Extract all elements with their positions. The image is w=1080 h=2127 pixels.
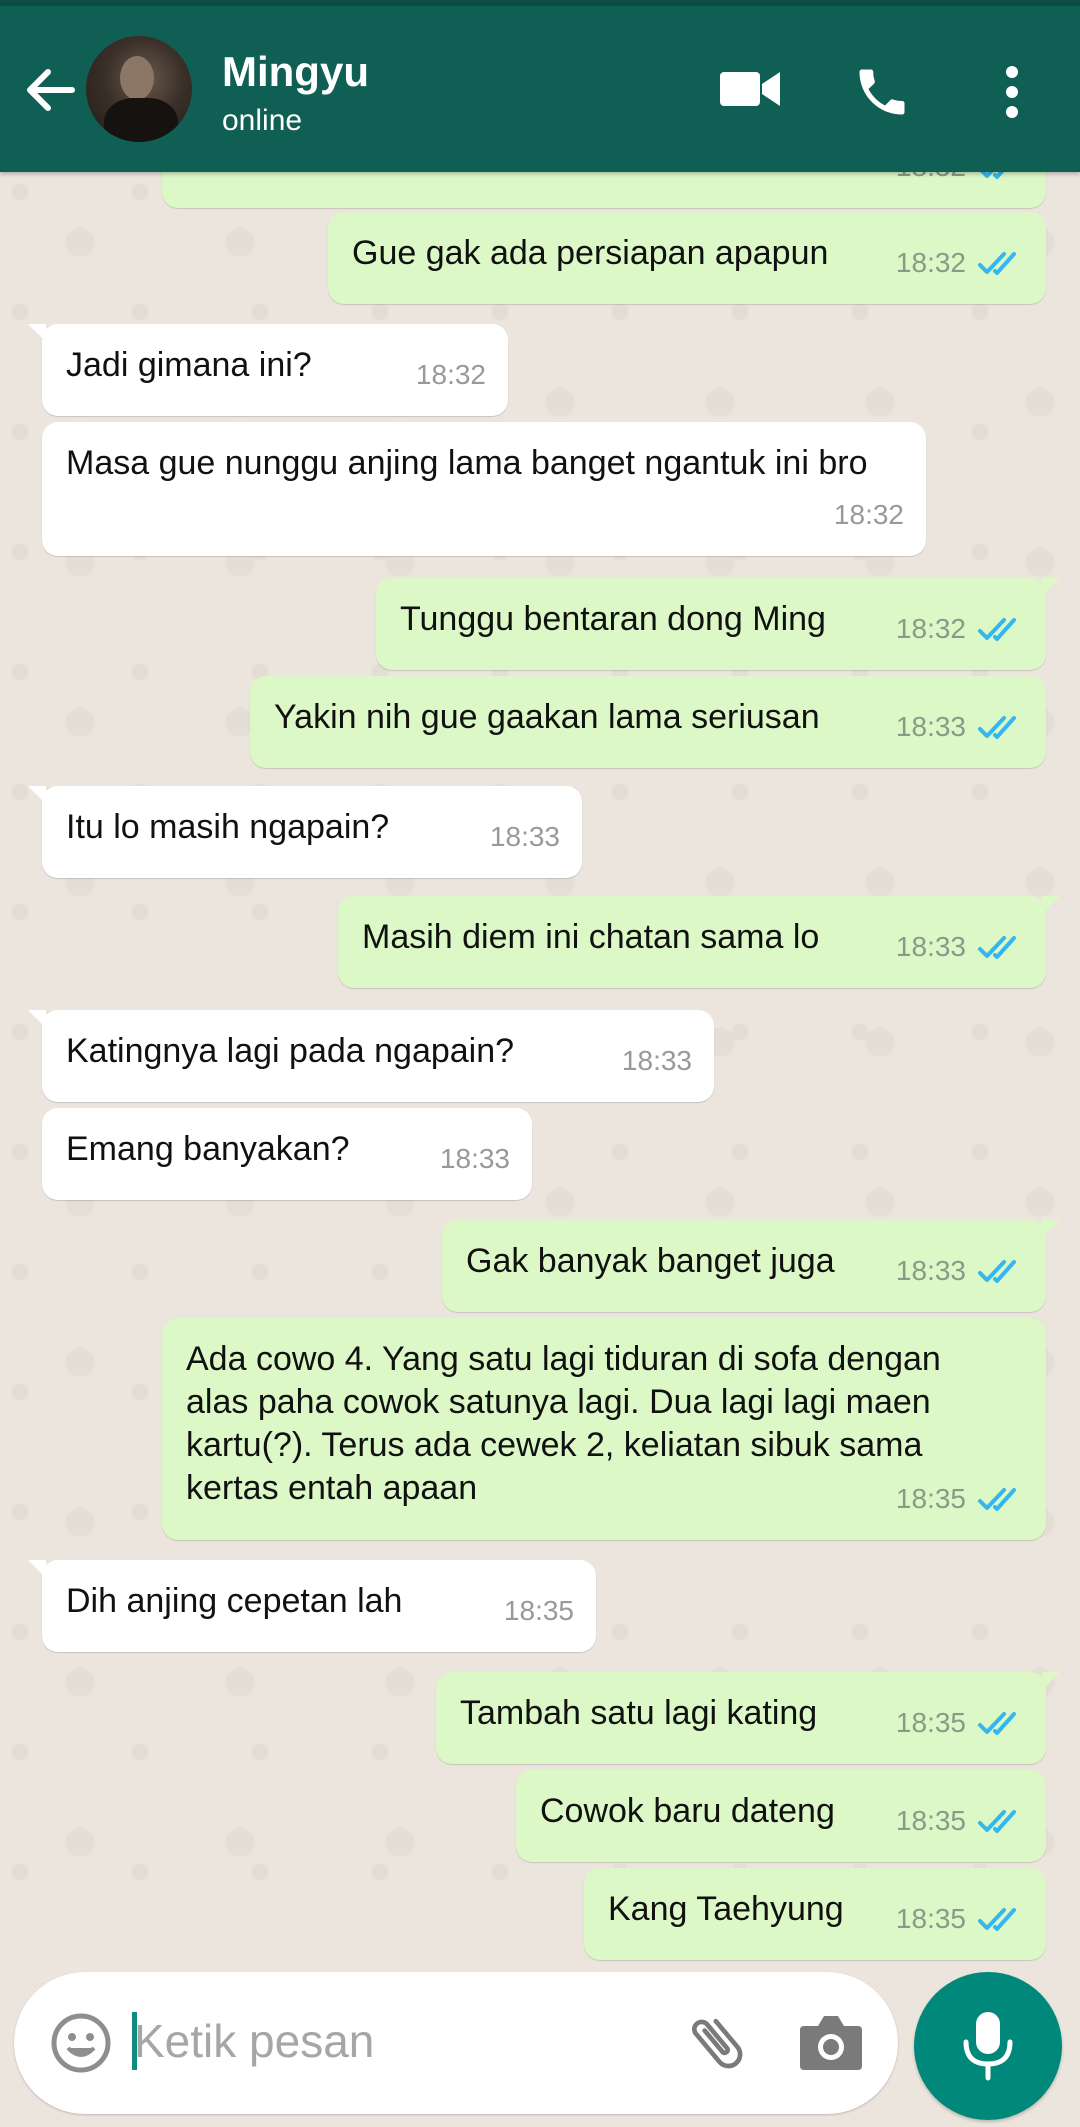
message-meta: 18:33 bbox=[490, 815, 560, 858]
message-text: Itu lo masih ngapain? bbox=[66, 808, 390, 846]
message-time: 18:32 bbox=[896, 172, 966, 188]
bubble-tail bbox=[28, 324, 46, 342]
message-time: 18:35 bbox=[503, 1595, 574, 1626]
message-time: 18:33 bbox=[439, 1143, 510, 1174]
message-bubble-outgoing[interactable]: Gak banyak banget juga 18:33 bbox=[442, 1220, 1060, 1312]
message-text: Dih anjing cepetan lah bbox=[66, 1582, 403, 1620]
contact-name[interactable]: Mingyu bbox=[222, 48, 369, 96]
message-bubble-outgoing[interactable]: Tunggu bentaran dong Ming 18:32 bbox=[376, 578, 1060, 670]
message-text: Masa gue nunggu anjing lama banget ngant… bbox=[66, 444, 868, 482]
message-bubble-outgoing[interactable]: Ada cowo 4. Yang satu lagi tiduran di so… bbox=[162, 1318, 1046, 1540]
bubble-tail bbox=[28, 1010, 46, 1028]
message-time: 18:33 bbox=[895, 1255, 966, 1286]
read-ticks-icon bbox=[978, 1487, 1016, 1511]
message-text: Gak banyak banget juga bbox=[466, 1242, 835, 1280]
message-text: Tambah satu lagi kating bbox=[460, 1694, 818, 1732]
message-text: Emang banyakan? bbox=[66, 1130, 350, 1168]
mic-icon bbox=[963, 2012, 1013, 2081]
chat-header: Mingyu online bbox=[0, 6, 1080, 172]
read-ticks-icon bbox=[978, 935, 1016, 959]
message-text: Masih diem ini chatan sama lo bbox=[362, 918, 820, 956]
message-bubble-incoming[interactable]: Itu lo masih ngapain? 18:33 bbox=[28, 786, 582, 878]
message-meta: 18:33 bbox=[622, 1039, 692, 1082]
message-bubble-incoming[interactable]: Jadi gimana ini? 18:32 bbox=[28, 324, 508, 416]
voice-call-icon[interactable] bbox=[852, 62, 912, 122]
message-time: 18:33 bbox=[489, 821, 560, 852]
message-text: Jadi gimana ini? bbox=[66, 346, 312, 384]
message-meta: 18:33 bbox=[896, 1249, 1024, 1292]
message-time: 18:33 bbox=[621, 1045, 692, 1076]
message-meta: 18:32 bbox=[416, 353, 486, 396]
voice-record-button[interactable] bbox=[914, 1972, 1062, 2120]
message-meta: 18:35 bbox=[896, 1897, 1024, 1940]
read-ticks-icon bbox=[978, 1907, 1016, 1931]
contact-status: online bbox=[222, 104, 303, 137]
message-meta: 18:35 bbox=[896, 1701, 1024, 1744]
message-time: 18:33 bbox=[895, 931, 966, 962]
message-bubble-outgoing[interactable]: Cowok baru dateng 18:35 bbox=[516, 1770, 1046, 1862]
message-text: Kang Taehyung bbox=[608, 1890, 844, 1928]
message-meta: 18:35 bbox=[896, 1799, 1024, 1842]
read-ticks-icon bbox=[980, 172, 1004, 179]
message-bubble-outgoing[interactable]: Tambah satu lagi kating 18:35 bbox=[436, 1672, 1060, 1764]
message-time: 18:32 bbox=[833, 499, 904, 530]
avatar[interactable] bbox=[86, 36, 192, 142]
attach-icon[interactable] bbox=[682, 2008, 752, 2078]
message-bubble-incoming[interactable]: Dih anjing cepetan lah 18:35 bbox=[28, 1560, 596, 1652]
message-meta: 18:32 bbox=[834, 493, 904, 536]
message-meta: 18:33 bbox=[896, 705, 1024, 748]
back-arrow-icon[interactable] bbox=[22, 62, 78, 118]
camera-icon[interactable] bbox=[798, 2010, 864, 2072]
emoji-icon[interactable] bbox=[50, 2012, 112, 2074]
message-bubble-outgoing[interactable]: 18:32 bbox=[162, 172, 1046, 208]
read-ticks-icon bbox=[978, 1711, 1016, 1735]
message-bubble-incoming[interactable]: Emang banyakan? 18:33 bbox=[42, 1108, 532, 1200]
message-text: Cowok baru dateng bbox=[540, 1792, 835, 1830]
bubble-tail bbox=[28, 1560, 46, 1578]
read-ticks-icon bbox=[978, 251, 1016, 275]
message-bubble-incoming[interactable]: Masa gue nunggu anjing lama banget ngant… bbox=[42, 422, 926, 556]
bubble-tail bbox=[1042, 896, 1060, 914]
message-meta: 18:32 bbox=[896, 241, 1024, 284]
read-ticks-icon bbox=[978, 1259, 1016, 1283]
bubble-tail bbox=[28, 786, 46, 804]
bubble-tail bbox=[1042, 1672, 1060, 1690]
avatar-body bbox=[104, 98, 178, 142]
message-text: Ada cowo 4. Yang satu lagi tiduran di so… bbox=[186, 1340, 941, 1507]
message-meta: 18:33 bbox=[440, 1137, 510, 1180]
more-options-icon[interactable] bbox=[1000, 66, 1024, 118]
message-time: 18:32 bbox=[895, 247, 966, 278]
message-time: 18:35 bbox=[895, 1483, 966, 1514]
message-input[interactable]: Ketik pesan bbox=[134, 2014, 374, 2068]
message-text: Katingnya lagi pada ngapain? bbox=[66, 1032, 515, 1070]
message-time: 18:35 bbox=[895, 1707, 966, 1738]
message-meta: 18:35 bbox=[896, 1477, 1024, 1520]
message-meta: 18:32 bbox=[896, 607, 1024, 650]
message-bubble-incoming[interactable]: Katingnya lagi pada ngapain? 18:33 bbox=[28, 1010, 714, 1102]
message-bubble-outgoing[interactable]: Kang Taehyung 18:35 bbox=[584, 1868, 1046, 1960]
message-bubble-outgoing[interactable]: Gue gak ada persiapan apapun 18:32 bbox=[328, 212, 1046, 304]
bubble-tail bbox=[1042, 578, 1060, 596]
message-composer[interactable]: Ketik pesan bbox=[14, 1972, 898, 2114]
message-time: 18:35 bbox=[895, 1805, 966, 1836]
message-list[interactable]: 18:32 Gue gak ada persiapan apapun 18:32… bbox=[0, 172, 1080, 1962]
message-meta: 18:33 bbox=[896, 925, 1024, 968]
message-time: 18:32 bbox=[895, 613, 966, 644]
message-time: 18:33 bbox=[895, 711, 966, 742]
message-time: 18:35 bbox=[895, 1903, 966, 1934]
video-call-icon[interactable] bbox=[720, 66, 780, 112]
message-text: Gue gak ada persiapan apapun bbox=[352, 234, 829, 272]
message-meta: 18:35 bbox=[504, 1589, 574, 1632]
message-time: 18:32 bbox=[415, 359, 486, 390]
bubble-tail bbox=[1042, 1220, 1060, 1238]
avatar-face bbox=[120, 56, 154, 100]
message-text: Yakin nih gue gaakan lama seriusan bbox=[274, 698, 820, 736]
read-ticks-icon bbox=[978, 617, 1016, 641]
message-meta: 18:32 bbox=[896, 172, 1024, 188]
message-bubble-outgoing[interactable]: Masih diem ini chatan sama lo 18:33 bbox=[338, 896, 1060, 988]
read-ticks-icon bbox=[978, 1809, 1016, 1833]
message-text: Tunggu bentaran dong Ming bbox=[400, 600, 826, 638]
read-ticks-icon bbox=[978, 715, 1016, 739]
message-bubble-outgoing[interactable]: Yakin nih gue gaakan lama seriusan 18:33 bbox=[250, 676, 1046, 768]
